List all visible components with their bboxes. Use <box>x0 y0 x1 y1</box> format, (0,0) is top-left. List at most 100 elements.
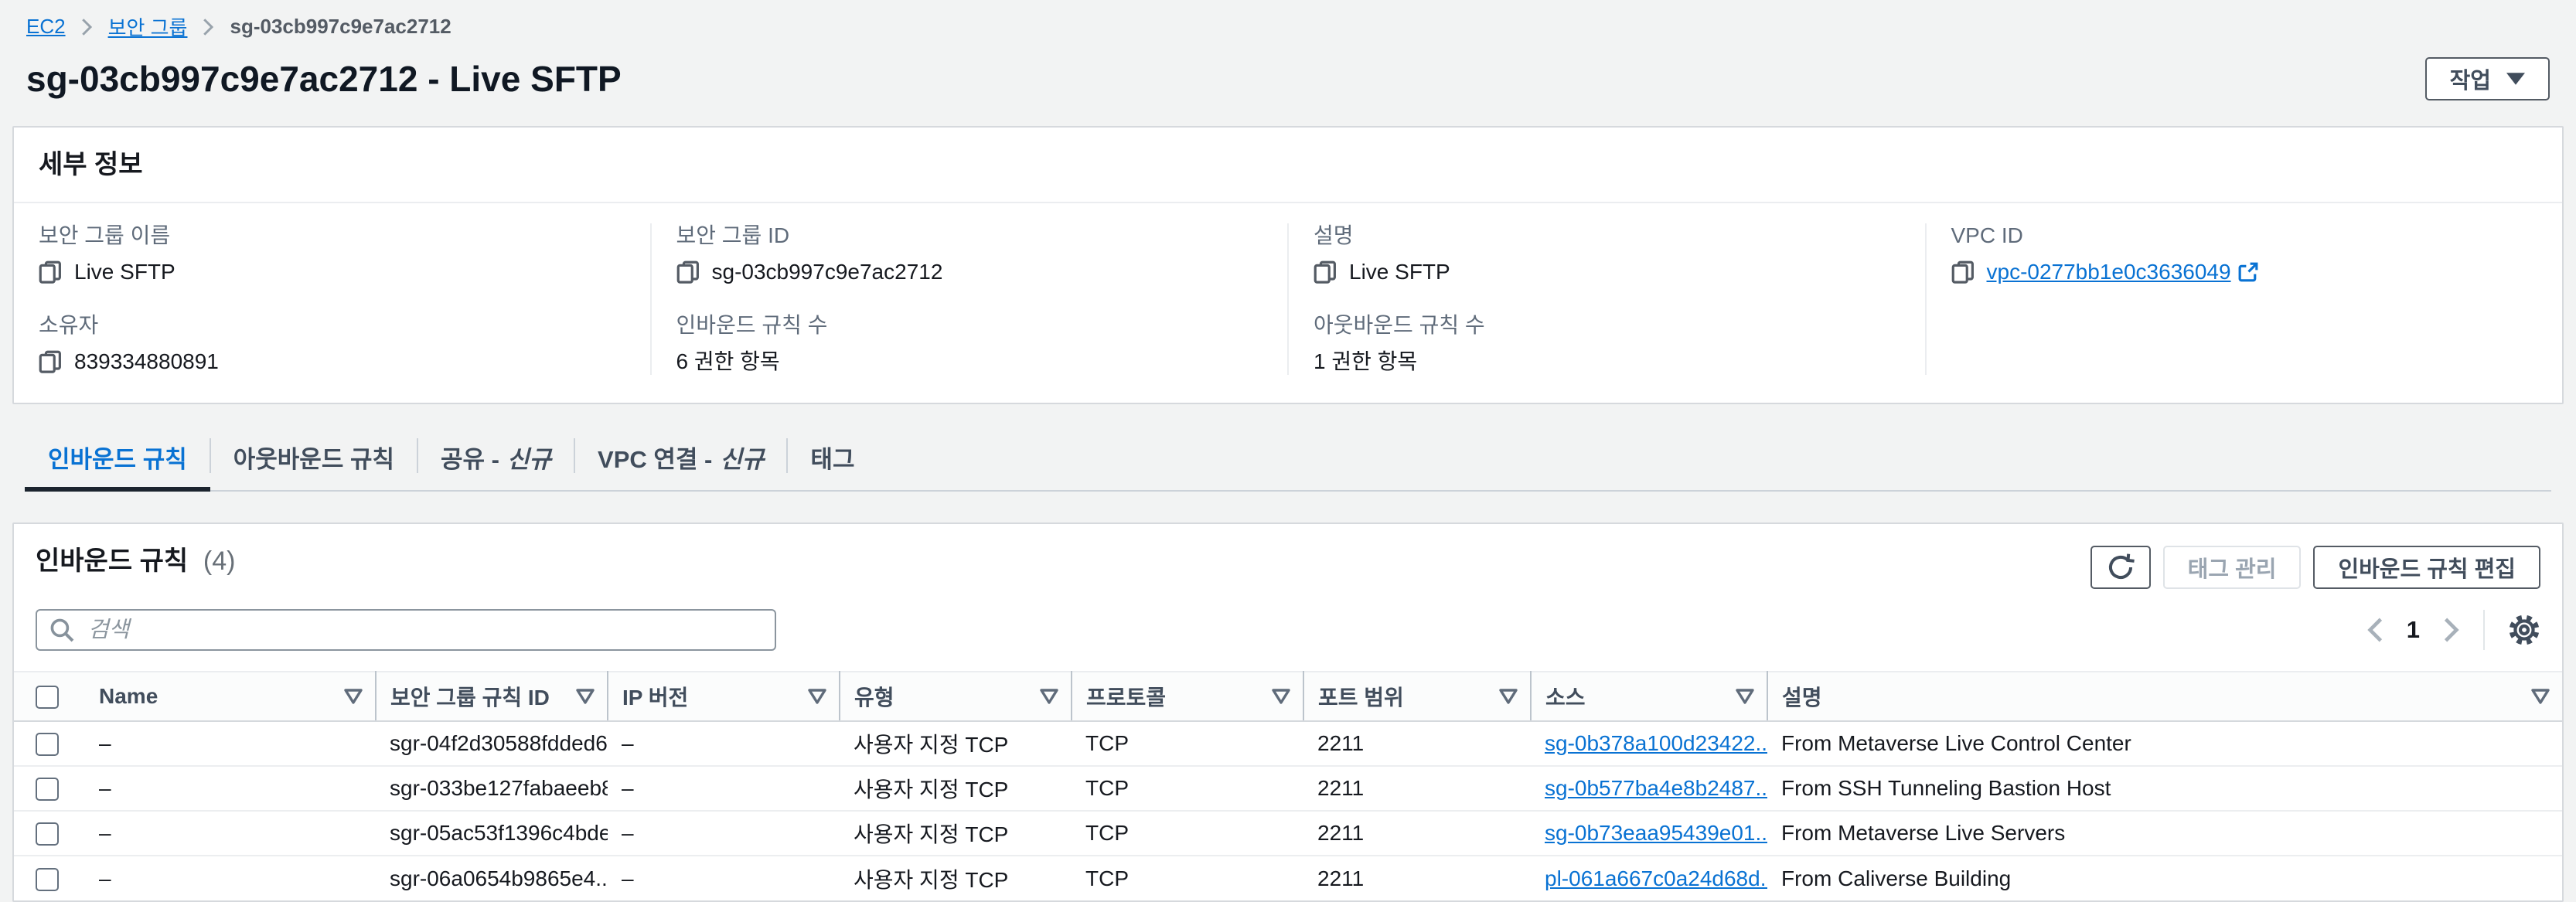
column-header-protocol[interactable]: 프로토콜 <box>1072 672 1303 721</box>
column-header-rule-id[interactable]: 보안 그룹 규칙 ID <box>376 672 608 721</box>
vpc-id-link[interactable]: vpc-0277bb1e0c3636049 <box>1987 259 2231 285</box>
field-owner: 소유자 839334880891 <box>39 313 625 375</box>
column-header-port-range[interactable]: 포트 범위 <box>1303 672 1531 721</box>
field-description: 설명 Live SFTP <box>1314 223 1900 285</box>
filter-icon[interactable] <box>1040 689 1058 704</box>
breadcrumb-link-ec2[interactable]: EC2 <box>26 15 66 39</box>
cell-source: sg-0b577ba4e8b2487... <box>1531 766 1767 811</box>
copy-icon[interactable] <box>39 260 62 284</box>
manage-tags-button[interactable]: 태그 관리 <box>2163 546 2302 589</box>
cell-rule-id: sgr-06a0654b9865e4... <box>376 856 608 900</box>
column-header-type[interactable]: 유형 <box>840 672 1072 721</box>
row-select-cell <box>14 721 85 766</box>
inbound-rules-title-text: 인바운드 규칙 <box>36 546 188 576</box>
next-page-button[interactable] <box>2443 617 2460 643</box>
table-row: – sgr-04f2d30588fdded69 – 사용자 지정 TCP TCP… <box>14 721 2562 766</box>
copy-icon[interactable] <box>1951 260 1975 284</box>
field-label: 소유자 <box>39 313 625 338</box>
filter-icon[interactable] <box>808 689 826 704</box>
actions-button[interactable]: 작업 <box>2425 57 2550 100</box>
filter-icon[interactable] <box>576 689 595 704</box>
tab-sharing-new[interactable]: 공유 -신규 <box>417 427 574 490</box>
refresh-button[interactable] <box>2090 546 2151 589</box>
details-column: 보안 그룹 이름 Live SFTP 소유자 8393348808 <box>14 223 650 375</box>
tab-label: 태그 <box>810 446 854 473</box>
pagination: 1 <box>2366 610 2540 650</box>
breadcrumb-link-security-groups[interactable]: 보안 그룹 <box>108 12 188 41</box>
cell-type: 사용자 지정 TCP <box>840 856 1072 900</box>
select-all-header <box>14 672 85 721</box>
field-label: 설명 <box>1314 223 1900 248</box>
tab-inbound-rules[interactable]: 인바운드 규칙 <box>25 427 210 490</box>
settings-button[interactable] <box>2508 614 2540 646</box>
filter-icon[interactable] <box>2531 689 2550 704</box>
tab-label: 인바운드 규칙 <box>48 446 187 473</box>
cell-protocol: TCP <box>1072 766 1303 811</box>
source-link[interactable]: sg-0b378a100d23422... <box>1545 731 1767 755</box>
cell-protocol: TCP <box>1072 856 1303 900</box>
row-checkbox[interactable] <box>36 778 59 801</box>
cell-source: sg-0b73eaa95439e01... <box>1531 811 1767 856</box>
details-column: VPC ID vpc-0277bb1e0c3636049 <box>1925 223 2563 375</box>
column-header-ip-version[interactable]: IP 버전 <box>608 672 840 721</box>
tab-outbound-rules[interactable]: 아웃바운드 규칙 <box>210 427 417 490</box>
search-box[interactable] <box>36 609 776 651</box>
copy-icon[interactable] <box>676 260 700 284</box>
table-row: – sgr-033be127fabaeeb86 – 사용자 지정 TCP TCP… <box>14 766 2562 811</box>
edit-inbound-rules-button[interactable]: 인바운드 규칙 편집 <box>2313 546 2540 589</box>
previous-page-button[interactable] <box>2366 617 2383 643</box>
field-value: Live SFTP <box>1349 259 1450 285</box>
copy-icon[interactable] <box>39 350 62 373</box>
breadcrumb-current: sg-03cb997c9e7ac2712 <box>230 15 451 39</box>
cell-source: sg-0b378a100d23422... <box>1531 721 1767 766</box>
cell-type: 사용자 지정 TCP <box>840 811 1072 856</box>
field-security-group-id: 보안 그룹 ID sg-03cb997c9e7ac2712 <box>676 223 1263 285</box>
field-label: 아웃바운드 규칙 수 <box>1314 313 1900 338</box>
column-header-source[interactable]: 소스 <box>1531 672 1767 721</box>
source-link[interactable]: sg-0b577ba4e8b2487... <box>1545 776 1767 800</box>
column-header-name[interactable]: Name <box>85 672 376 721</box>
table-row: – sgr-06a0654b9865e4... – 사용자 지정 TCP TCP… <box>14 856 2562 900</box>
cell-type: 사용자 지정 TCP <box>840 766 1072 811</box>
tab-label: 아웃바운드 규칙 <box>233 446 394 473</box>
field-label: 인바운드 규칙 수 <box>676 313 1263 338</box>
tab-vpc-associations-new[interactable]: VPC 연결 -신규 <box>574 427 787 490</box>
details-column: 보안 그룹 ID sg-03cb997c9e7ac2712 인바운드 규칙 수 … <box>650 223 1288 375</box>
external-link-icon <box>2237 261 2259 283</box>
current-page-button[interactable]: 1 <box>2407 616 2420 644</box>
select-all-checkbox[interactable] <box>36 686 59 709</box>
field-value: 6 권한 항목 <box>676 349 780 375</box>
cell-description: From SSH Tunneling Bastion Host <box>1767 766 2562 811</box>
column-header-description[interactable]: 설명 <box>1767 672 2562 721</box>
inbound-rules-panel: 인바운드 규칙 (4) 태그 관리 인바운드 규칙 편집 1 <box>12 522 2564 902</box>
tab-tags[interactable]: 태그 <box>787 427 877 490</box>
caret-down-icon <box>2506 73 2525 85</box>
cell-ip-version: – <box>608 721 840 766</box>
table-row: – sgr-05ac53f1396c4bdea – 사용자 지정 TCP TCP… <box>14 811 2562 856</box>
inbound-rules-count: (4) <box>203 546 236 576</box>
search-input[interactable] <box>87 617 762 644</box>
inbound-rules-table: Name 보안 그룹 규칙 ID IP 버전 유형 프로토콜 포트 범위 소스 … <box>14 671 2562 900</box>
rules-table-body: – sgr-04f2d30588fdded69 – 사용자 지정 TCP TCP… <box>14 721 2562 900</box>
tab-new-badge: 신규 <box>507 446 551 473</box>
cell-source: pl-061a667c0a24d68d... <box>1531 856 1767 900</box>
row-checkbox[interactable] <box>36 868 59 891</box>
source-link[interactable]: sg-0b73eaa95439e01... <box>1545 821 1767 845</box>
field-outbound-rules-count: 아웃바운드 규칙 수 1 권한 항목 <box>1314 313 1900 375</box>
details-panel-header: 세부 정보 <box>14 128 2562 203</box>
table-header-row: Name 보안 그룹 규칙 ID IP 버전 유형 프로토콜 포트 범위 소스 … <box>14 672 2562 721</box>
filter-icon[interactable] <box>1499 689 1518 704</box>
cell-name: – <box>85 721 376 766</box>
cell-ip-version: – <box>608 811 840 856</box>
row-checkbox[interactable] <box>36 733 59 756</box>
source-link[interactable]: pl-061a667c0a24d68d... <box>1545 866 1767 890</box>
copy-icon[interactable] <box>1314 260 1337 284</box>
page-title: sg-03cb997c9e7ac2712 - Live SFTP <box>26 56 622 101</box>
filter-icon[interactable] <box>344 689 363 704</box>
filter-icon[interactable] <box>1736 689 1754 704</box>
details-title: 세부 정보 <box>39 150 143 179</box>
row-checkbox[interactable] <box>36 822 59 846</box>
filter-icon[interactable] <box>1272 689 1290 704</box>
cell-name: – <box>85 766 376 811</box>
cell-ip-version: – <box>608 766 840 811</box>
